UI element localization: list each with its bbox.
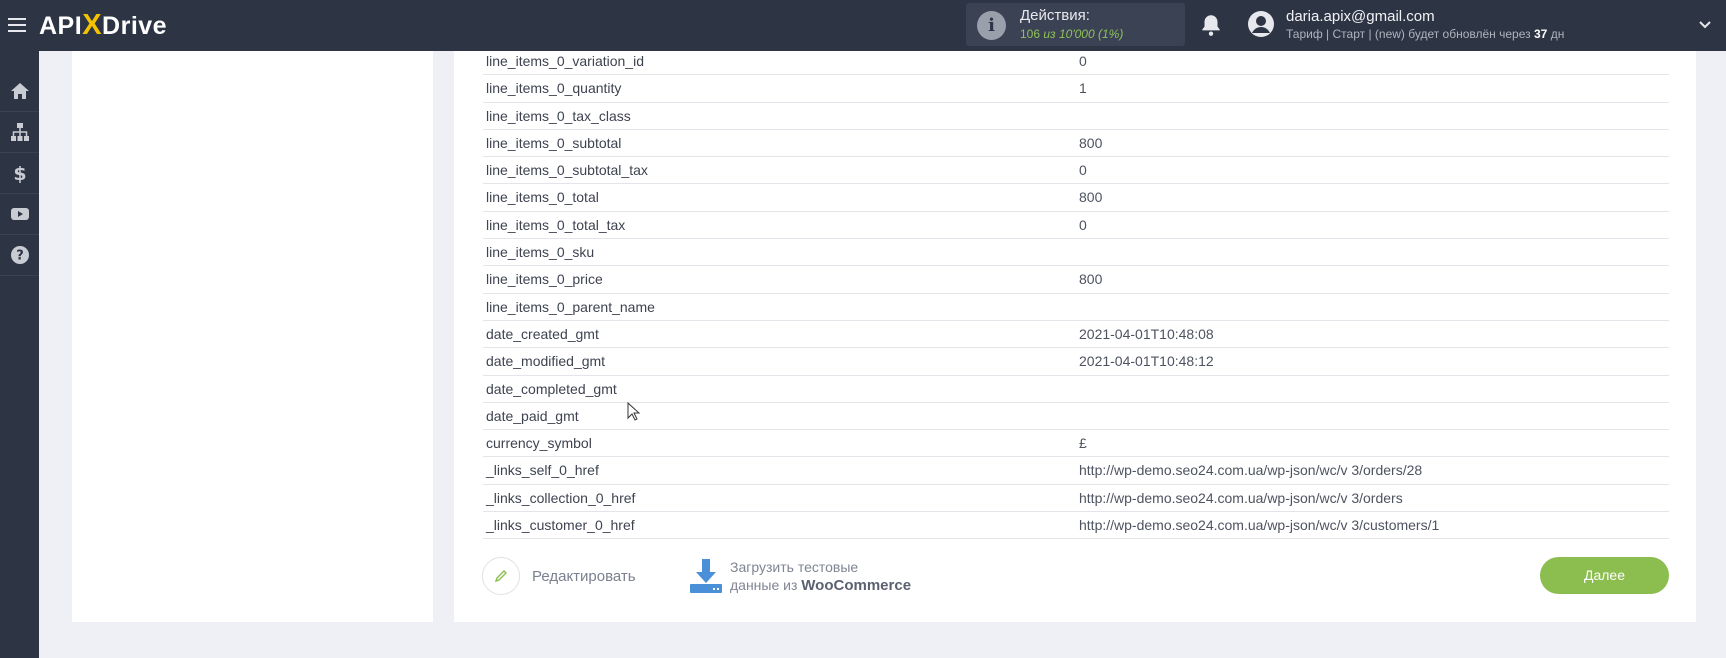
dollar-icon: $ <box>13 163 26 183</box>
field-value: 2021-04-01T10:48:12 <box>1079 353 1214 370</box>
field-value: http://wp-demo.seo24.com.ua/wp-json/wc/v… <box>1079 462 1423 479</box>
sidebar-item-connections[interactable] <box>0 112 39 153</box>
field-name: line_items_0_variation_id <box>486 53 644 69</box>
field-name: line_items_0_price <box>486 271 603 288</box>
table-row: line_items_0_quantity 1 <box>483 75 1669 103</box>
field-value: 0 <box>1079 162 1087 179</box>
field-name: line_items_0_tax_class <box>486 107 631 124</box>
table-row: line_items_0_tax_class <box>483 103 1669 130</box>
field-name: date_completed_gmt <box>486 380 617 397</box>
field-value: 1 <box>1079 80 1087 97</box>
bell-icon[interactable] <box>1198 12 1224 38</box>
field-value: 0 <box>1079 53 1087 69</box>
field-name: line_items_0_subtotal <box>486 134 622 151</box>
load-test-data-label[interactable]: Загрузить тестовые данные из WooCommerce <box>730 558 911 595</box>
youtube-icon <box>10 208 29 220</box>
field-name: line_items_0_total_tax <box>486 216 626 233</box>
actions-count: 106 из 10'000 (1%) <box>1020 27 1124 41</box>
field-name: line_items_0_total <box>486 189 599 206</box>
svg-text:$: $ <box>13 163 26 183</box>
field-name: date_paid_gmt <box>486 407 579 424</box>
download-icon <box>690 559 722 593</box>
sidebar-item-help[interactable]: ? <box>0 235 39 276</box>
table-row: currency_symbol £ <box>483 430 1669 458</box>
pencil-icon <box>494 570 507 583</box>
edit-button[interactable]: Редактировать <box>482 557 636 595</box>
field-value: 800 <box>1079 189 1103 206</box>
table-row: line_items_0_variation_id 0 <box>483 48 1669 76</box>
help-icon: ? <box>10 246 29 264</box>
sidebar-item-billing[interactable]: $ <box>0 153 39 194</box>
next-button[interactable]: Далее <box>1540 557 1669 594</box>
mouse-cursor-icon <box>627 402 641 421</box>
edit-label[interactable]: Редактировать <box>532 568 636 585</box>
edit-circle[interactable] <box>482 557 520 595</box>
table-row: date_paid_gmt <box>483 403 1669 431</box>
sidebar: $ ? <box>0 51 39 658</box>
load-test-data-button[interactable]: Загрузить тестовые данные из WooCommerce <box>688 557 911 595</box>
actions-counter: i Действия: 106 из 10'000 (1%) <box>966 3 1185 46</box>
table-row: _links_collection_0_href http://wp-demo.s… <box>483 485 1669 513</box>
avatar[interactable] <box>1247 10 1275 38</box>
field-name: line_items_0_subtotal_tax <box>486 162 648 179</box>
user-email[interactable]: daria.apix@gmail.com <box>1286 8 1435 25</box>
table-row: _links_customer_0_href http://wp-demo.seo… <box>483 512 1669 540</box>
field-value: http://wp-demo.seo24.com.ua/wp-json/wc/v… <box>1079 489 1403 506</box>
field-name: currency_symbol <box>486 435 592 452</box>
actions-label: Действия: <box>1020 7 1090 24</box>
field-value: 2021-04-01T10:48:08 <box>1079 325 1214 342</box>
field-value: £ <box>1079 435 1087 452</box>
table-row: line_items_0_price 800 <box>483 266 1669 294</box>
table-row: line_items_0_subtotal 800 <box>483 130 1669 158</box>
table-row: line_items_0_parent_name <box>483 294 1669 321</box>
table-row: line_items_0_total_tax 0 <box>483 212 1669 240</box>
plan-info: Тариф | Старт | (new) будет обновлён чер… <box>1286 27 1565 41</box>
field-name: _links_customer_0_href <box>486 517 635 534</box>
table-row: _links_self_0_href http://wp-demo.seo24.c… <box>483 457 1669 485</box>
field-name: date_modified_gmt <box>486 353 606 370</box>
top-bar: APIXDrive i Действия: 106 из 10'000 (1%)… <box>0 0 1726 51</box>
left-panel <box>72 51 433 622</box>
chevron-down-icon[interactable] <box>1697 17 1713 33</box>
table-row: line_items_0_total 800 <box>483 184 1669 212</box>
field-value: 0 <box>1079 216 1087 233</box>
sidebar-item-video[interactable] <box>0 194 39 235</box>
field-name: date_created_gmt <box>486 325 599 342</box>
table-row: date_created_gmt 2021-04-01T10:48:08 <box>483 321 1669 349</box>
info-icon: i <box>977 11 1006 40</box>
field-value: 800 <box>1079 134 1103 151</box>
logo[interactable]: APIXDrive <box>39 9 167 42</box>
sidebar-item-home[interactable] <box>0 71 39 112</box>
field-name: line_items_0_sku <box>486 244 595 261</box>
table-row: line_items_0_sku <box>483 239 1669 267</box>
menu-icon[interactable] <box>8 14 26 36</box>
data-table: line_items_0_variation_id 0 line_items_0_q… <box>483 48 1669 540</box>
field-name: _links_self_0_href <box>486 462 599 479</box>
field-name: line_items_0_quantity <box>486 80 622 97</box>
table-row: line_items_0_subtotal_tax 0 <box>483 157 1669 185</box>
home-icon <box>10 83 29 99</box>
field-name: _links_collection_0_href <box>486 489 636 506</box>
sitemap-icon <box>10 123 29 141</box>
table-row: date_completed_gmt <box>483 376 1669 403</box>
field-value: http://wp-demo.seo24.com.ua/wp-json/wc/v… <box>1079 517 1440 534</box>
table-row: date_modified_gmt 2021-04-01T10:48:12 <box>483 348 1669 376</box>
field-value: 800 <box>1079 271 1103 288</box>
field-name: line_items_0_parent_name <box>486 298 655 315</box>
svg-text:?: ? <box>16 249 24 264</box>
